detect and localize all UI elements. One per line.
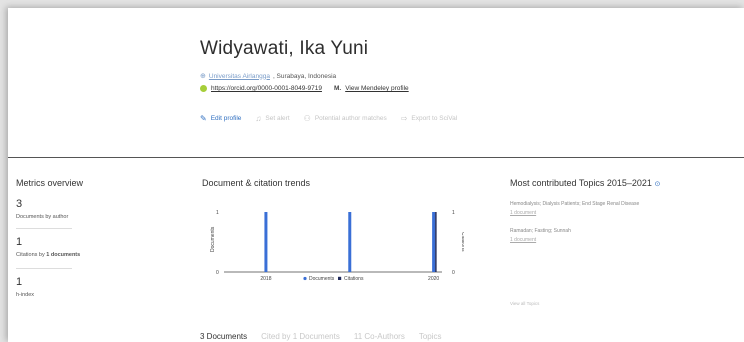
affiliation: ⊕ Universitas Airlangga , Surabaya, Indo… (200, 72, 740, 81)
view-all-topics-link[interactable]: View all Topics (510, 301, 539, 306)
tab-co-authors[interactable]: 11 Co-Authors (354, 332, 405, 342)
topics-title: Most contributed Topics 2015–2021 ⊙ (510, 178, 660, 188)
building-icon: ⊕ (200, 73, 206, 80)
affiliation-location: , Surabaya, Indonesia (272, 72, 337, 80)
orcid-icon (200, 85, 207, 92)
hindex-label: h-index (16, 292, 35, 298)
edit-profile-label: Edit profile (210, 115, 242, 122)
profile-actions: ✎ Edit profile ♫ Set alert ⚇ Potential a… (200, 114, 740, 123)
metrics-overview-title: Metrics overview (16, 178, 84, 188)
trends-title: Document & citation trends (202, 178, 311, 188)
citations-metric[interactable]: 1 Citations by 1 documents (16, 236, 80, 258)
documents-bar (348, 212, 352, 272)
author-profile-page: Widyawati, Ika Yuni ⊕ Universitas Airlan… (8, 8, 744, 342)
y2-tick-label: 0 (452, 270, 455, 276)
profile-tabs: 3 Documents Cited by 1 Documents 11 Co-A… (200, 332, 442, 342)
citations-label: Citations by 1 documents (16, 252, 80, 258)
tab-topics[interactable]: Topics (419, 332, 442, 342)
potential-author-matches-label: Potential author matches (314, 115, 387, 122)
topic-item: Ramadan; Fasting; Sunnah 1 document (510, 228, 571, 243)
set-alert-label: Set alert (265, 115, 290, 122)
mendeley-icon: M. (333, 85, 342, 92)
author-name: Widyawati, Ika Yuni (200, 38, 369, 59)
hindex-value: 1 (16, 276, 23, 288)
topic-docs-link[interactable]: 1 document (510, 210, 639, 216)
export-to-scival-label: Export to SciVal (411, 115, 458, 122)
topic-name[interactable]: Ramadan; Fasting; Sunnah (510, 228, 571, 234)
citations-label-bold: 1 documents (46, 252, 81, 258)
profile-header: Widyawati, Ika Yuni ⊕ Universitas Airlan… (200, 38, 740, 123)
citations-label-prefix: Citations by (16, 252, 47, 258)
trends-chart: 0 1 0 1 Documents Citations 2018 2020 Documents C… (210, 210, 464, 282)
documents-bar (432, 212, 436, 272)
mendeley-link[interactable]: View Mendeley profile (345, 85, 408, 92)
topic-docs-link[interactable]: 1 document (510, 237, 571, 243)
affiliation-org-link[interactable]: Universitas Airlangga (209, 73, 270, 80)
documents-label: Documents by author (16, 214, 69, 220)
y-tick-label: 1 (216, 210, 219, 216)
potential-author-matches-button[interactable]: ⚇ Potential author matches (304, 114, 387, 123)
x-tick-label: 2020 (428, 276, 439, 282)
edit-profile-button[interactable]: ✎ Edit profile (200, 114, 241, 123)
hindex-metric[interactable]: 1 h-index (16, 276, 34, 298)
citations-count: 1 (16, 236, 23, 248)
orcid-link[interactable]: https://orcid.org/0000-0001-8049-9719 (211, 85, 322, 92)
people-icon: ⚇ (303, 114, 311, 123)
legend-label-citations: Citations (344, 276, 364, 282)
y2-tick-label: 1 (452, 210, 455, 216)
info-icon[interactable]: ⊙ (654, 181, 660, 188)
set-alert-button[interactable]: ♫ Set alert (255, 114, 289, 123)
topic-name[interactable]: Hemodialysis; Dialysis Patients; End Sta… (510, 201, 639, 207)
tab-documents[interactable]: 3 Documents (200, 332, 247, 342)
documents-count: 3 (16, 198, 23, 210)
documents-metric[interactable]: 3 Documents by author (16, 198, 68, 220)
citations-bar (435, 212, 437, 272)
export-icon: ⇨ (400, 114, 408, 123)
legend-marker-documents (303, 276, 307, 281)
topic-item: Hemodialysis; Dialysis Patients; End Sta… (510, 201, 639, 216)
y-tick-label: 0 (216, 270, 219, 276)
section-divider (8, 157, 744, 158)
x-tick-label: 2018 (260, 276, 271, 282)
metric-divider (16, 228, 72, 229)
metric-divider (16, 268, 72, 269)
profile-links: https://orcid.org/0000-0001-8049-9719 M.… (200, 85, 740, 92)
bell-icon: ♫ (255, 114, 262, 123)
tab-cited-by[interactable]: Cited by 1 Documents (261, 332, 340, 342)
export-to-scival-button[interactable]: ⇨ Export to SciVal (401, 114, 457, 123)
y2-axis-label: Citations (460, 232, 464, 252)
topics-title-text: Most contributed Topics 2015–2021 (510, 178, 652, 188)
y-axis-label: Documents (210, 226, 216, 252)
pencil-icon: ✎ (200, 114, 207, 123)
documents-bar (264, 212, 268, 272)
legend-marker-citations (338, 276, 342, 280)
legend-label-documents: Documents (309, 276, 335, 282)
